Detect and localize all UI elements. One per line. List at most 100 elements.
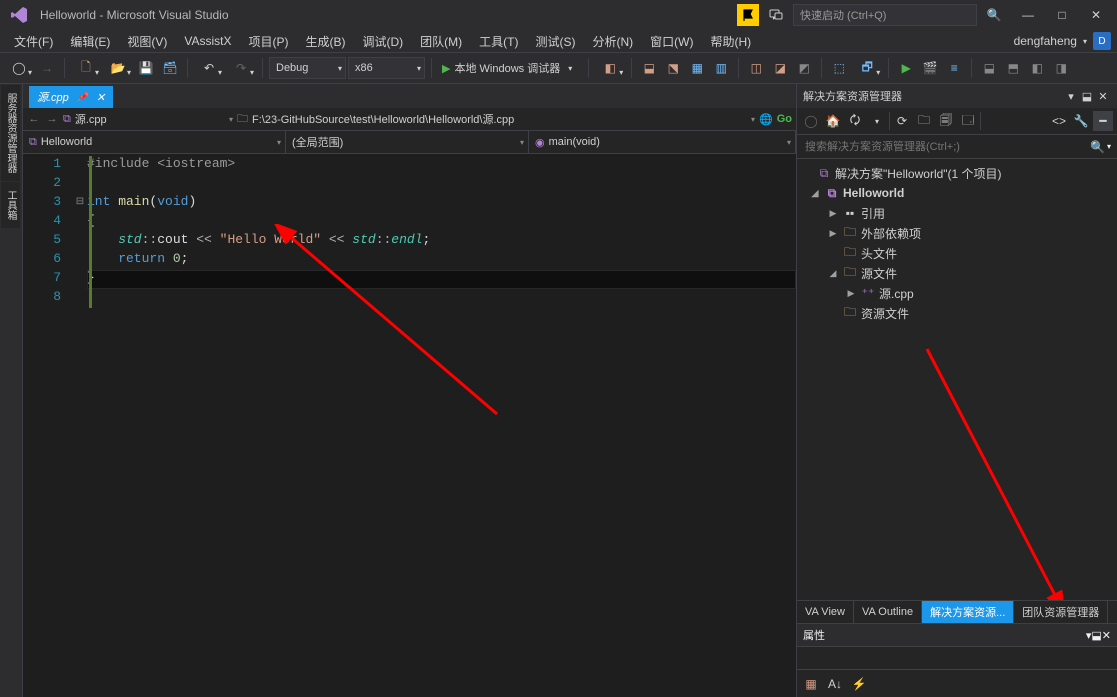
tree-sources[interactable]: ◢🗀源文件 [797,263,1117,283]
menu-analyze[interactable]: 分析(N) [584,30,641,53]
code-line[interactable]: { [87,213,796,232]
code-line[interactable] [87,289,796,308]
tb-icon-1[interactable]: ◧ [595,57,625,79]
solution-search-input[interactable] [803,140,1090,154]
member-scope[interactable]: ◉main(void) [529,131,796,153]
class-scope[interactable]: (全局范围) [286,131,529,153]
nav-right-icon[interactable]: → [45,113,59,125]
menu-test[interactable]: 测试(S) [527,30,583,53]
tb-icon-5[interactable]: ▥ [710,57,732,79]
close-button[interactable]: ✕ [1079,5,1113,25]
fold-column[interactable]: ⊟ [73,154,87,697]
tab-team-explorer[interactable]: 团队资源管理器 [1014,601,1108,623]
collapse-icon[interactable]: ⟳ [892,111,912,131]
home-icon[interactable]: 🏠 [823,111,843,131]
notification-flag-icon[interactable] [737,4,759,26]
show-all-icon[interactable]: 🗀 [914,111,934,131]
tb-icon-2[interactable]: ⬓ [638,57,660,79]
menu-tools[interactable]: 工具(T) [471,30,526,53]
quick-launch-input[interactable]: 快速启动 (Ctrl+Q) [793,4,977,26]
code-line[interactable]: } [87,270,796,289]
menu-view[interactable]: 视图(V) [119,30,175,53]
solution-tree[interactable]: ⧉解决方案"Helloworld"(1 个项目) ◢⧉Helloworld ▶▪… [797,159,1117,600]
code-icon[interactable]: <> [1049,111,1069,131]
code-line[interactable]: #include <iostream> [87,156,796,175]
tb-icon-12[interactable]: ≡ [943,57,965,79]
events-icon[interactable]: ⚡ [849,674,869,694]
open-file-button[interactable]: 📂 [103,57,133,79]
solution-search[interactable]: 🔍▾ [797,135,1117,159]
user-menu[interactable]: dengfaheng ▾ D [1014,30,1117,52]
search-icon[interactable]: 🔍 [983,4,1005,26]
config-dropdown[interactable]: Debug [269,57,346,79]
tb-icon-10[interactable]: 🗗 [852,57,882,79]
prop-pin-icon[interactable]: ⬓ [1091,629,1101,642]
tree-external[interactable]: ▶🗀外部依赖项 [797,223,1117,243]
tb-run-icon[interactable]: ▶ [895,57,917,79]
server-explorer-tab[interactable]: 服务器资源管理器 [1,85,20,181]
fold-toggle-icon[interactable]: ⊟ [73,192,87,211]
project-scope[interactable]: ⧉Helloworld [23,131,286,153]
search-icon[interactable]: 🔍 [1090,140,1105,154]
panel-close-icon[interactable]: ✕ [1095,90,1111,103]
menu-vassistx[interactable]: VAssistX [176,31,239,51]
nav-back-button[interactable]: ◯ [4,57,34,79]
code-line[interactable] [87,175,796,194]
platform-dropdown[interactable]: x86 [348,57,425,79]
tb-icon-14[interactable]: ⬒ [1002,57,1024,79]
tb-icon-8[interactable]: ◩ [793,57,815,79]
tree-resources[interactable]: 🗀资源文件 [797,303,1117,323]
save-all-button[interactable]: 🗃 [159,57,181,79]
file-dropdown[interactable]: ⧉ 源.cpp ▾ [63,111,233,127]
menu-window[interactable]: 窗口(W) [642,30,701,53]
tree-headers[interactable]: 🗀头文件 [797,243,1117,263]
pin-icon[interactable]: 📌 [77,92,88,103]
menu-project[interactable]: 项目(P) [240,30,296,53]
tree-project[interactable]: ◢⧉Helloworld [797,183,1117,203]
tree-source-file[interactable]: ▶⁺⁺源.cpp [797,283,1117,303]
tb-icon-15[interactable]: ◧ [1026,57,1048,79]
tb-icon-7[interactable]: ◪ [769,57,791,79]
sync-icon[interactable]: 🗘 [845,111,865,131]
tab-va-view[interactable]: VA View [797,601,854,623]
tree-solution[interactable]: ⧉解决方案"Helloworld"(1 个项目) [797,163,1117,183]
nav-fwd-button[interactable]: → [36,57,58,79]
tab-close-icon[interactable]: ✕ [96,91,105,104]
tab-solution-explorer[interactable]: 解决方案资源... [922,601,1014,623]
categorize-icon[interactable]: ▦ [801,674,821,694]
save-button[interactable]: 💾 [135,57,157,79]
tb-icon-9[interactable]: ⬚ [828,57,850,79]
redo-button[interactable]: ↷ [226,57,256,79]
tb-icon-6[interactable]: ◫ [745,57,767,79]
tb-icon-3[interactable]: ⬔ [662,57,684,79]
minimize-button[interactable]: — [1011,5,1045,25]
back-icon[interactable]: ◯ [801,111,821,131]
tree-references[interactable]: ▶▪▪引用 [797,203,1117,223]
file-path[interactable]: 🗀 F:\23-GitHubSource\test\Helloworld\Hel… [237,110,755,129]
menu-team[interactable]: 团队(M) [412,30,470,53]
code-line[interactable]: int main(void) [87,194,796,213]
go-button[interactable]: Go [777,113,792,125]
nav-left-icon[interactable]: ← [27,113,41,125]
tb-icon-13[interactable]: ⬓ [978,57,1000,79]
feedback-icon[interactable] [765,4,787,26]
toolbox-tab[interactable]: 工具箱 [1,182,20,228]
filter-icon[interactable]: ━ [1093,111,1113,131]
props-icon[interactable]: 🗔 [958,111,978,131]
code-line[interactable]: return 0; [87,251,796,270]
sort-icon[interactable]: A↓ [825,674,845,694]
new-project-button[interactable]: 🗋 [71,57,101,79]
maximize-button[interactable]: □ [1045,5,1079,25]
undo-button[interactable]: ↶ [194,57,224,79]
panel-pin-icon[interactable]: ⬓ [1079,90,1095,103]
tab-va-outline[interactable]: VA Outline [854,601,922,623]
tb-icon-4[interactable]: ▦ [686,57,708,79]
refresh-icon[interactable]: 🗐 [936,111,956,131]
globe-icon[interactable]: 🌐 [759,113,773,126]
menu-build[interactable]: 生成(B) [297,30,353,53]
menu-help[interactable]: 帮助(H) [702,30,759,53]
menu-file[interactable]: 文件(F) [6,30,61,53]
menu-debug[interactable]: 调试(D) [354,30,411,53]
prop-close-icon[interactable]: ✕ [1102,629,1111,642]
code-line[interactable]: std::cout << "Hello World" << std::endl; [87,232,796,251]
